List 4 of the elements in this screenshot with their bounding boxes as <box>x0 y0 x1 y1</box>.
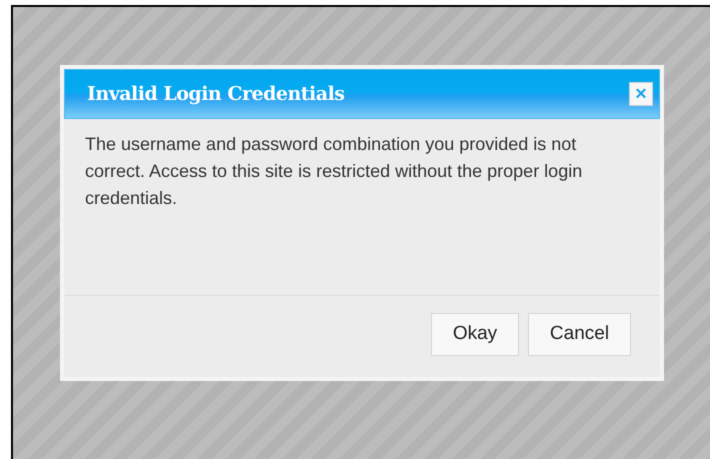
dialog-message: The username and password combination you provided is not correct. Access to this site is restricted without the proper login credentials. <box>84 133 584 210</box>
dialog-title: Invalid Login Credentials <box>87 82 344 107</box>
cancel-button[interactable]: Cancel <box>528 313 631 356</box>
okay-button[interactable]: Okay <box>431 313 519 356</box>
